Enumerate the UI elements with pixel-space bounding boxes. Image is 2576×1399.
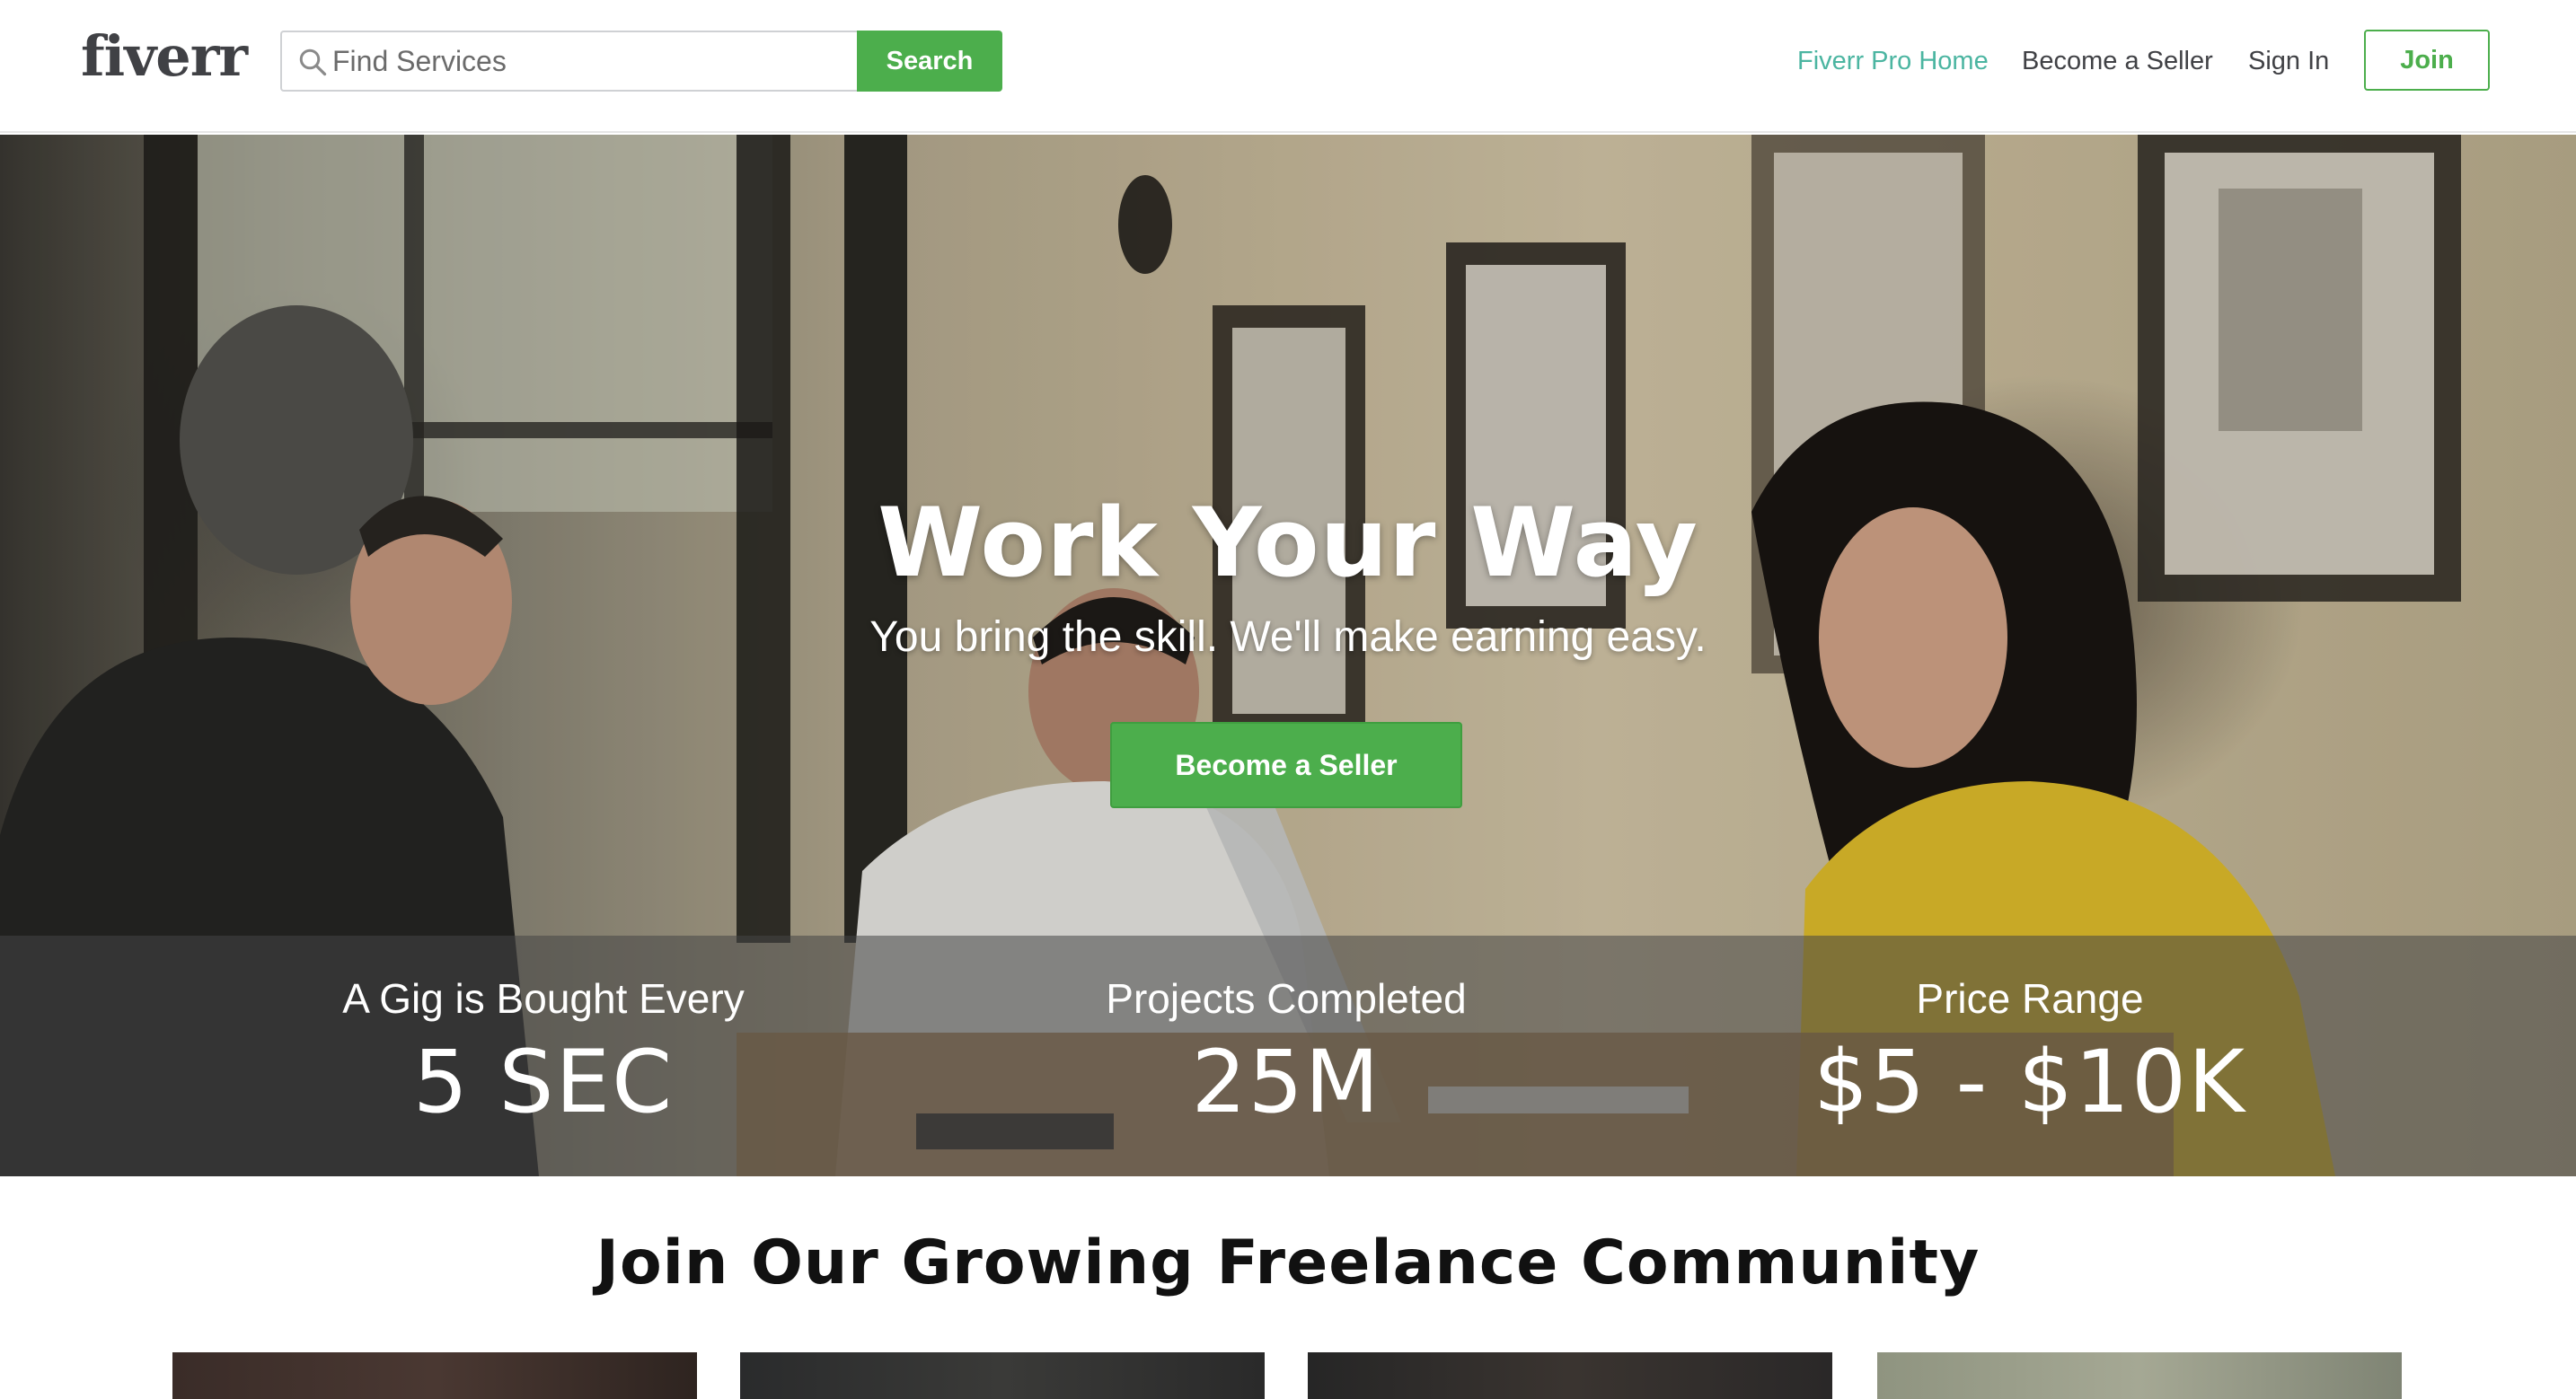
community-card[interactable] — [172, 1352, 697, 1399]
search-button[interactable]: Search — [857, 31, 1002, 92]
community-card[interactable] — [1877, 1352, 2402, 1399]
stat-label: Price Range — [1916, 975, 2144, 1022]
community-card[interactable] — [740, 1352, 1265, 1399]
stat-value: 5 SEC — [412, 1032, 675, 1132]
search-box[interactable] — [280, 31, 857, 92]
fiverr-logo[interactable]: fiverr — [81, 23, 248, 90]
community-card[interactable] — [1308, 1352, 1832, 1399]
stat-label: Projects Completed — [1106, 975, 1467, 1022]
stats-band: A Gig is Bought Every 5 SEC Projects Com… — [0, 936, 2576, 1176]
stat-value: 25M — [1191, 1032, 1381, 1132]
search-input[interactable] — [332, 32, 844, 90]
become-a-seller-button[interactable]: Become a Seller — [1110, 722, 1462, 808]
hero-section: Work Your Way You bring the skill. We'll… — [0, 135, 2576, 1176]
hero-title: Work Your Way — [878, 488, 1698, 598]
stat-label: A Gig is Bought Every — [342, 975, 745, 1022]
community-title: Join Our Growing Freelance Community — [595, 1227, 1981, 1298]
stat-price-range: Price Range $5 - $10K — [1671, 936, 2389, 1176]
nav-fiverr-pro-home[interactable]: Fiverr Pro Home — [1797, 43, 1989, 79]
stat-gig-frequency: A Gig is Bought Every 5 SEC — [184, 936, 903, 1176]
hero-subtitle: You bring the skill. We'll make earning … — [869, 613, 1707, 661]
join-button[interactable]: Join — [2364, 30, 2490, 91]
stat-value: $5 - $10K — [1813, 1032, 2246, 1132]
search-icon — [299, 48, 327, 76]
nav-become-a-seller[interactable]: Become a Seller — [2022, 43, 2213, 79]
top-header: fiverr Search Fiverr Pro Home Become a S… — [0, 0, 2576, 133]
nav-sign-in[interactable]: Sign In — [2248, 43, 2329, 79]
stat-projects-completed: Projects Completed 25M — [927, 936, 1645, 1176]
